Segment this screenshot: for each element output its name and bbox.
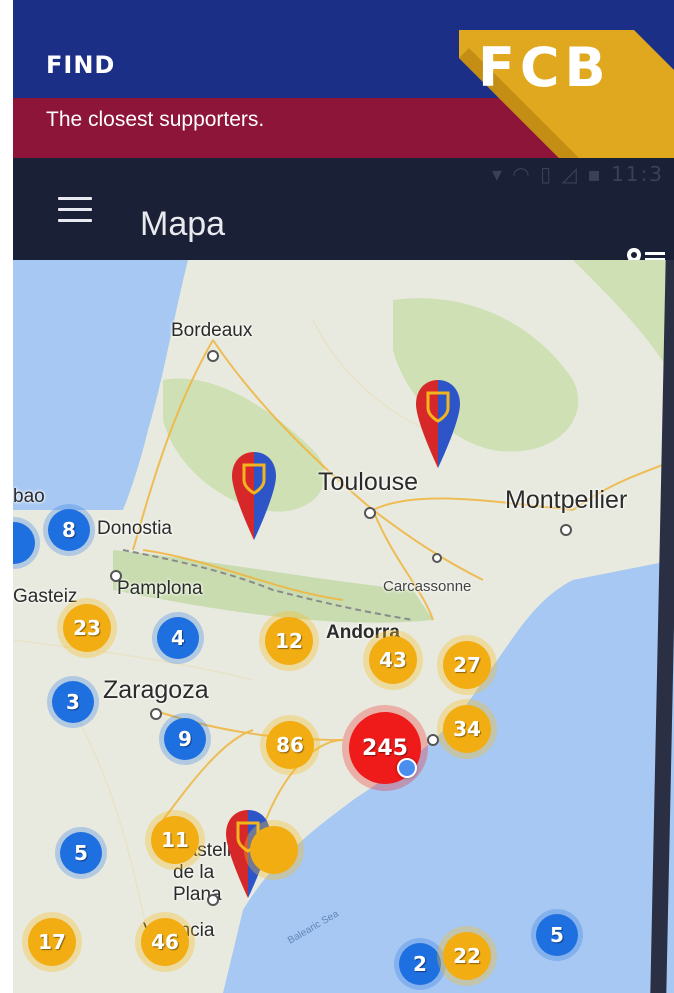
map-label-bordeaux: Bordeaux: [171, 320, 253, 341]
cluster-marker[interactable]: 23: [63, 604, 111, 652]
map-label-pamplona: Pamplona: [117, 578, 203, 599]
cluster-marker[interactable]: 9: [164, 718, 206, 760]
cluster-marker[interactable]: 11: [151, 816, 199, 864]
cluster-marker[interactable]: 4: [157, 617, 199, 659]
cluster-marker[interactable]: 2: [399, 943, 441, 985]
map-view[interactable]: Bordeaux Toulouse Montpellier Donostia b…: [13, 260, 674, 993]
map-label-zaragoza: Zaragoza: [103, 676, 209, 704]
fcb-logo-text: FCB: [478, 36, 611, 99]
map-label-gasteiz: Gasteiz: [13, 586, 78, 607]
map-label-toulouse: Toulouse: [318, 468, 419, 496]
map-label-bao: bao: [13, 486, 45, 507]
cluster-marker[interactable]: 5: [536, 914, 578, 956]
fcb-pin-icon[interactable]: [415, 378, 461, 470]
cluster-marker[interactable]: 43: [369, 636, 417, 684]
cluster-marker[interactable]: 8: [48, 509, 90, 551]
cluster-marker[interactable]: 22: [443, 932, 491, 980]
map-label-donostia: Donostia: [97, 518, 172, 539]
map-label-montpellier: Montpellier: [505, 486, 628, 514]
map-label-carcassonne: Carcassonne: [383, 578, 472, 595]
cluster-marker[interactable]: 27: [443, 641, 491, 689]
status-time: 11:3: [611, 162, 664, 186]
cluster-marker[interactable]: 17: [28, 918, 76, 966]
cluster-marker[interactable]: [250, 826, 298, 874]
promo-title: FIND: [46, 51, 116, 79]
fcb-pin-icon[interactable]: [231, 450, 277, 542]
cluster-marker[interactable]: 86: [266, 721, 314, 769]
promo-subtitle: The closest supporters.: [46, 108, 265, 131]
cluster-marker[interactable]: 46: [141, 918, 189, 966]
my-location-dot: [397, 758, 417, 778]
cluster-marker[interactable]: 12: [265, 617, 313, 665]
cluster-marker[interactable]: 5: [60, 832, 102, 874]
hamburger-menu-icon[interactable]: [58, 197, 92, 223]
cluster-marker[interactable]: 34: [443, 705, 491, 753]
app-title: Mapa: [140, 205, 226, 243]
status-bar: ▾ ◠ ▯ ◿ ▪ 11:3: [491, 162, 664, 186]
cluster-marker[interactable]: 3: [52, 681, 94, 723]
